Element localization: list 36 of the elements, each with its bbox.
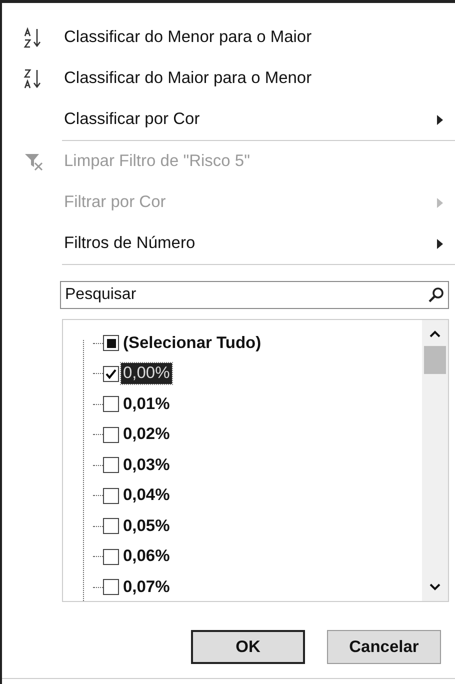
menu-item[interactable]: Classificar do Maior para o Menor xyxy=(2,58,455,99)
scroll-down-icon xyxy=(429,583,441,591)
list-item-label[interactable]: 0,01% xyxy=(121,394,172,415)
scrollbar[interactable] xyxy=(422,320,448,601)
checkbox[interactable] xyxy=(103,366,119,382)
checkbox[interactable] xyxy=(103,335,119,352)
search-icon xyxy=(428,287,444,303)
list-item-label[interactable]: 0,06% xyxy=(121,546,172,568)
dialog-button[interactable]: OK xyxy=(191,630,305,664)
checkbox[interactable] xyxy=(103,457,119,474)
list-item-label[interactable]: (Selecionar Tudo) xyxy=(121,332,264,354)
list-item-label[interactable]: 0,02% xyxy=(121,424,172,446)
checkbox[interactable] xyxy=(103,579,119,596)
menu-item-label: Limpar Filtro de "Risco 5" xyxy=(64,152,251,171)
checkbox[interactable] xyxy=(103,548,119,565)
menu-item[interactable]: Classificar por Cor xyxy=(2,99,455,140)
menu-item[interactable]: Classificar do Menor para o Maior xyxy=(2,17,455,58)
list-item-label[interactable]: 0,03% xyxy=(121,454,172,476)
menu-item[interactable]: Filtros de Número xyxy=(2,223,455,264)
list-item-label[interactable]: 0,04% xyxy=(121,485,172,506)
menu-item-label: Classificar do Maior para o Menor xyxy=(64,69,313,88)
scroll-up-icon xyxy=(429,330,441,338)
checkbox[interactable] xyxy=(103,518,119,534)
search-field[interactable]: Pesquisar xyxy=(60,281,449,309)
menu-item-label: Filtrar por Cor xyxy=(64,193,167,212)
checkbox[interactable] xyxy=(103,488,119,504)
checkbox[interactable] xyxy=(103,396,119,412)
dialog-button[interactable]: Cancelar xyxy=(327,630,441,664)
scrollbar-thumb[interactable] xyxy=(424,346,446,374)
list-item-label[interactable]: 0,05% xyxy=(121,516,172,537)
checkbox[interactable] xyxy=(103,426,119,443)
menu-item-label: Filtros de Número xyxy=(64,234,196,253)
list-item-label[interactable]: 0,07% xyxy=(121,576,172,598)
menu-item-label: Classificar por Cor xyxy=(64,110,201,129)
list-item-label[interactable]: 0,00% xyxy=(121,363,172,384)
menu-item-label: Classificar do Menor para o Maior xyxy=(64,28,313,47)
